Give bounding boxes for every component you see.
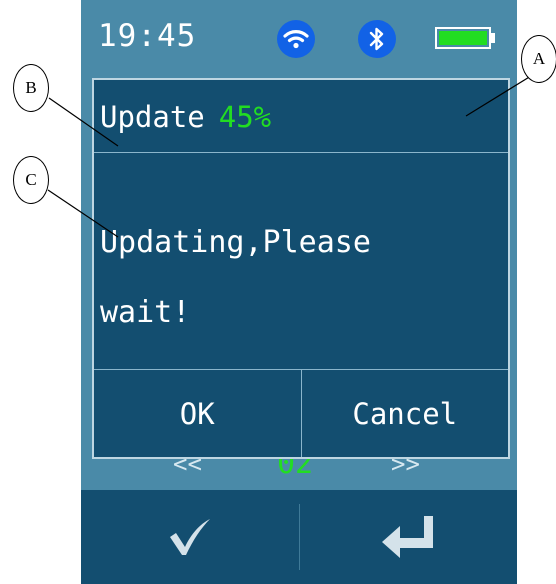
callout-b: B [13, 64, 49, 112]
callout-c: C [13, 156, 49, 204]
callout-leader-lines [47, 70, 540, 238]
callout-a: A [521, 35, 556, 83]
